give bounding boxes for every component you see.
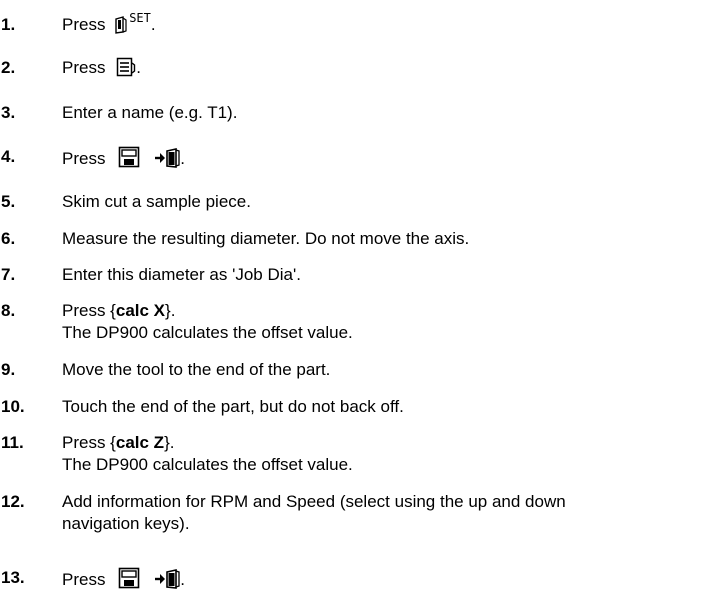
- set-label: SET: [129, 11, 151, 25]
- step-text: Add information for RPM and Speed (selec…: [62, 492, 566, 533]
- save-key-icon: [118, 567, 140, 589]
- step-number: 11.: [1, 433, 24, 452]
- step-text: Press .: [62, 57, 141, 77]
- step-number: 9.: [1, 360, 16, 379]
- step-text: Press SET.: [62, 11, 156, 34]
- step-text: Press .: [62, 146, 185, 170]
- step-number: 12.: [1, 492, 25, 511]
- step-number: 7.: [1, 265, 16, 284]
- step-number: 6.: [1, 229, 16, 248]
- step-number: 1.: [1, 15, 16, 34]
- step-number: 10.: [1, 397, 25, 416]
- step-note: The DP900 calculates the offset value.: [62, 323, 353, 342]
- step-number: 5.: [1, 192, 16, 211]
- step-text: Measure the resulting diameter. Do not m…: [62, 229, 470, 248]
- step-number: 13.: [1, 568, 25, 587]
- step-text: Press {calc Z}. The DP900 calculates the …: [62, 433, 353, 474]
- calc-z-command: calc Z: [115, 433, 165, 452]
- exit-key-icon: [155, 148, 180, 168]
- step-text: Skim cut a sample piece.: [62, 192, 251, 211]
- step-number: 3.: [1, 103, 16, 122]
- save-key-icon: [118, 146, 140, 168]
- step-number: 2.: [1, 58, 16, 77]
- step-note: The DP900 calculates the offset value.: [62, 455, 353, 474]
- step-text: Move the tool to the end of the part.: [62, 360, 331, 379]
- step-text: Press {calc X}. The DP900 calculates the …: [62, 301, 353, 342]
- tool-list-key-icon: [116, 57, 136, 77]
- step-text: Enter this diameter as 'Job Dia'.: [62, 265, 301, 284]
- step-text: Enter a name (e.g. T1).: [62, 103, 238, 122]
- step-text: Touch the end of the part, but do not ba…: [62, 397, 404, 416]
- exit-key-icon: [155, 569, 180, 589]
- step-number: 8.: [1, 301, 16, 320]
- step-number: 4.: [1, 147, 16, 166]
- step-text: Press .: [62, 567, 185, 591]
- calc-x-command: calc X: [115, 301, 166, 320]
- setup-key-icon: [115, 16, 127, 34]
